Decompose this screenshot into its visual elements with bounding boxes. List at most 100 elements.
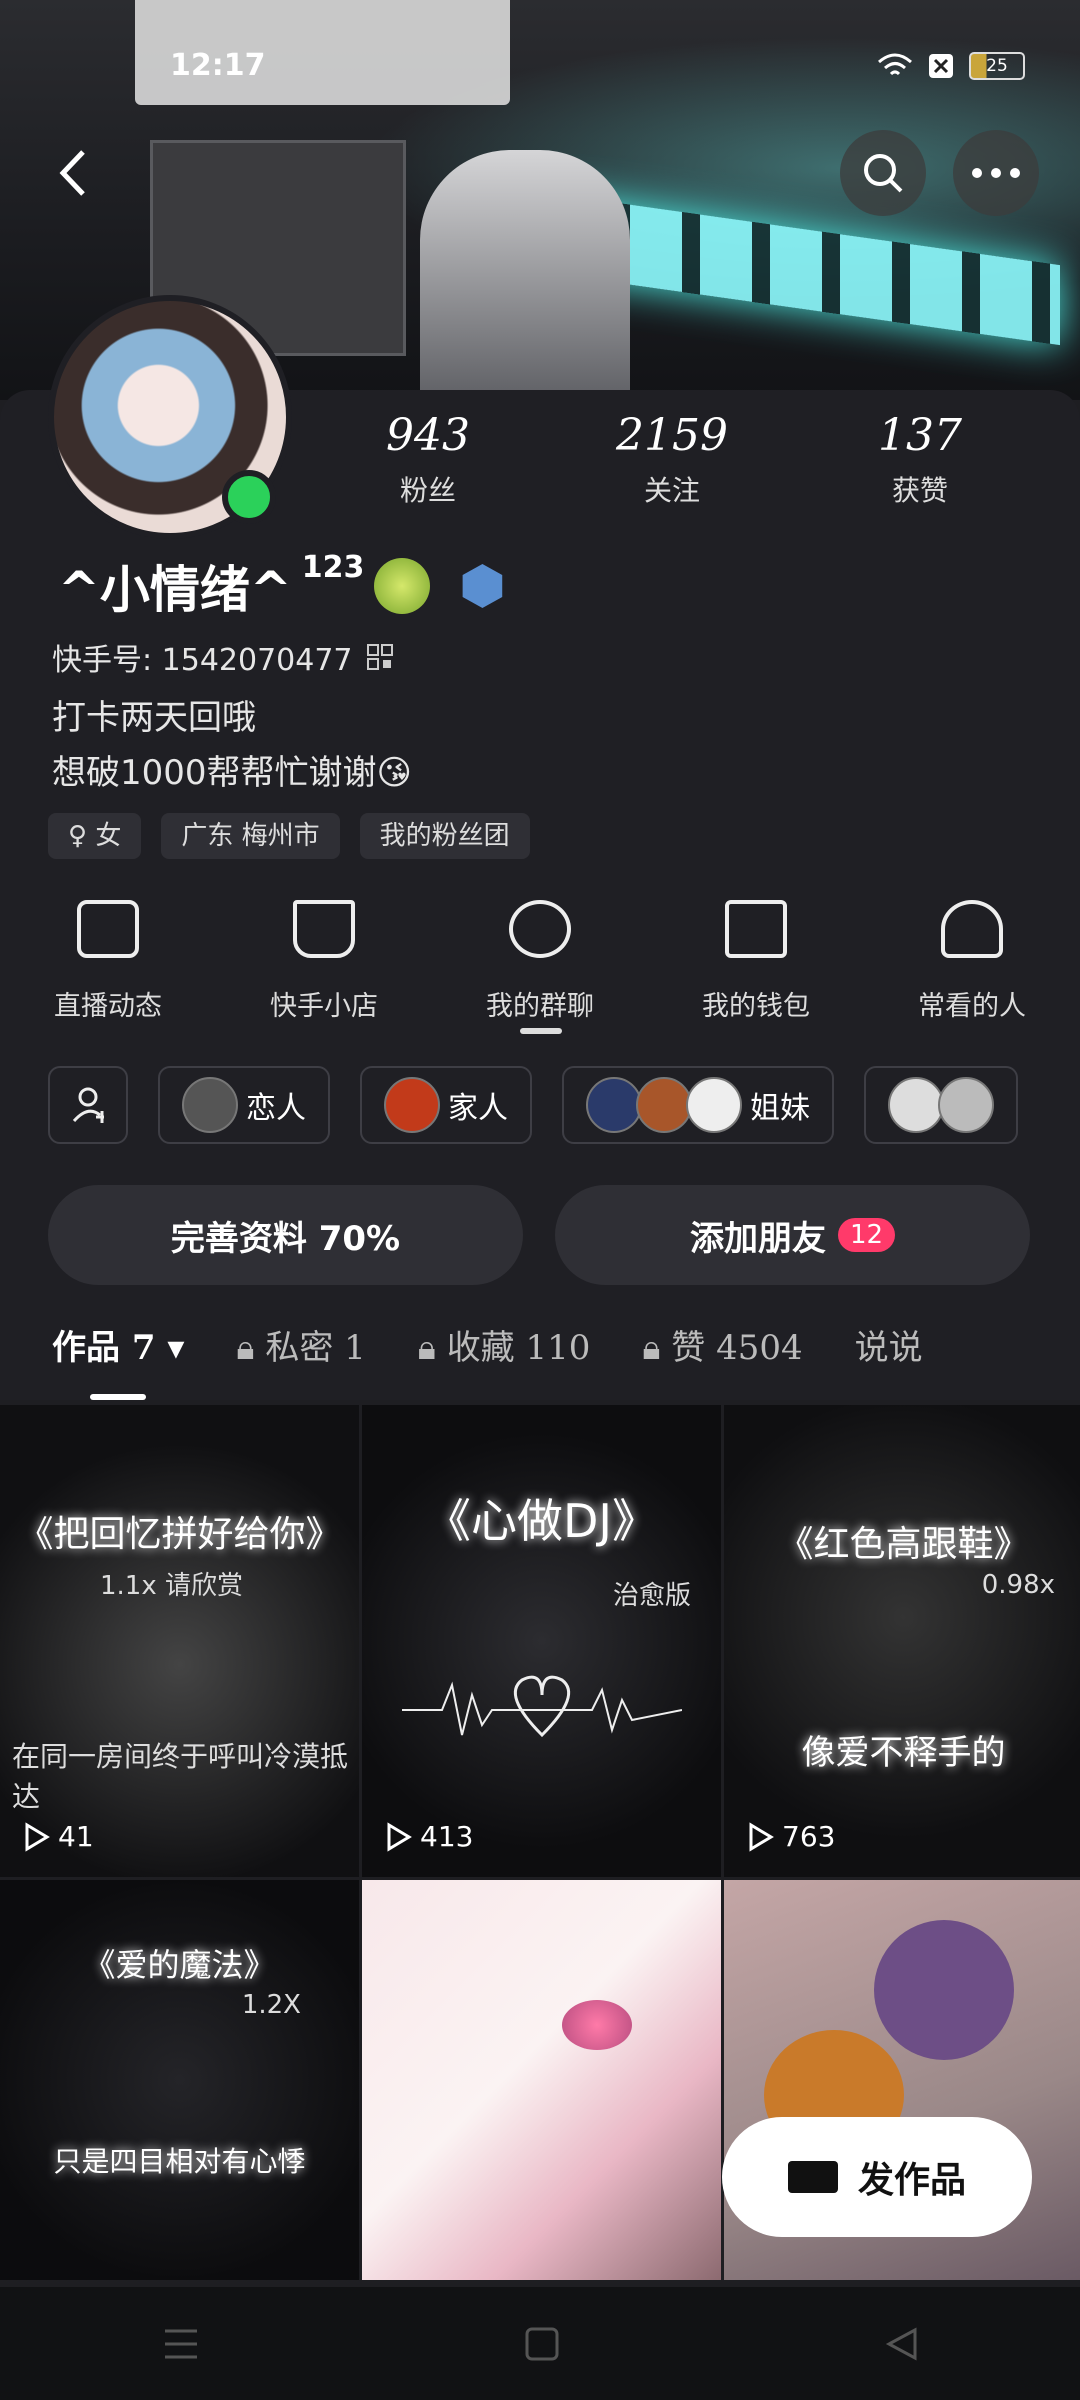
menu-icon[interactable] — [161, 2327, 201, 2361]
kuaishou-id[interactable]: 快手号: 1542070477 — [52, 635, 393, 679]
video-subtitle: 1.2X — [241, 1990, 301, 2020]
group-row: 恋人 家人 姐妹 — [48, 1066, 1018, 1144]
search-icon — [864, 154, 903, 193]
post-work-label: 发作品 — [857, 2160, 966, 2201]
view-count-text: 413 — [420, 1820, 474, 1853]
likes-stat[interactable]: 137 获赞 — [840, 410, 1000, 509]
play-icon — [749, 1821, 774, 1852]
online-indicator — [222, 470, 276, 524]
add-friend-badge: 12 — [837, 1218, 896, 1252]
fan-group-tag[interactable]: 我的粉丝团 — [359, 813, 530, 859]
group-sisters[interactable]: 姐妹 — [562, 1066, 834, 1144]
status-time: 12:17 — [170, 48, 266, 83]
following-stat[interactable]: 2159 关注 — [592, 410, 752, 509]
name-suffix: 123 — [301, 550, 365, 585]
chevron-left-icon — [59, 150, 85, 196]
bio-line-1: 打卡两天回哦 — [52, 698, 256, 738]
func-frequent[interactable]: 常看的人 — [872, 900, 1072, 1023]
wallet-icon — [725, 900, 787, 958]
view-count-text: 41 — [58, 1820, 94, 1853]
video-card[interactable]: 《爱的魔法》 1.2X 只是四目相对有心悸 — [0, 1880, 359, 2280]
likes-label: 获赞 — [891, 474, 948, 507]
more-button[interactable] — [953, 130, 1039, 216]
followers-stat[interactable]: 943 粉丝 — [348, 410, 508, 509]
func-shop[interactable]: 快手小店 — [224, 900, 424, 1023]
video-title: 《心做DJ》 — [425, 1494, 658, 1548]
shopping-cart-icon — [293, 900, 355, 958]
video-title: 《把回忆拼好给你》 — [17, 1514, 342, 1555]
group-family[interactable]: 家人 — [360, 1066, 532, 1144]
group-avatar — [938, 1077, 994, 1133]
add-friend-button[interactable]: 添加朋友 12 — [555, 1185, 1030, 1285]
group-avatar — [384, 1077, 440, 1133]
video-subtitle: 治愈版 — [612, 1581, 691, 1611]
complete-profile-button[interactable]: 完善资料 70% — [48, 1185, 523, 1285]
more-dots-icon — [972, 168, 1020, 178]
group-avatar — [182, 1077, 238, 1133]
frequent-person-icon — [941, 900, 1003, 958]
func-group-chat[interactable]: 我的群聊 — [440, 900, 640, 1023]
tab-likes-label: 赞 4504 — [671, 1328, 803, 1368]
func-live[interactable]: 直播动态 — [8, 900, 208, 1023]
banner-figure — [420, 150, 630, 400]
group-avatar — [888, 1077, 944, 1133]
bio-line-2: 想破1000帮帮忙谢谢😘 — [52, 753, 412, 793]
lock-icon: 🔒︎ — [642, 1328, 661, 1368]
back-icon[interactable] — [883, 2326, 919, 2362]
add-friend-group-button[interactable] — [48, 1066, 128, 1144]
home-icon[interactable] — [524, 2326, 560, 2362]
anime-eye — [562, 2000, 632, 2050]
tab-favorites[interactable]: 🔒︎ 收藏 110 — [418, 1320, 591, 1369]
video-card[interactable]: 《把回忆拼好给你》 1.1x 请欣赏 在同一房间终于呼叫冷漠抵达 41 — [0, 1405, 359, 1877]
play-icon — [25, 1821, 50, 1852]
chevron-down-icon: ▾ — [167, 1328, 185, 1368]
tab-private[interactable]: 🔒︎ 私密 1 — [236, 1320, 365, 1369]
func-group-chat-label: 我的群聊 — [486, 991, 594, 1022]
video-title: 《红色高跟鞋》 — [777, 1524, 1030, 1565]
lock-icon: 🔒︎ — [236, 1328, 255, 1368]
name-text: ^小情绪^ — [58, 561, 292, 619]
video-subtitle: 0.98x — [981, 1570, 1055, 1600]
profile-name: ^小情绪^ 123 — [58, 550, 504, 622]
add-friend-label: 添加朋友 — [689, 1218, 826, 1259]
level-badge-icon[interactable] — [462, 564, 503, 608]
action-buttons: 完善资料 70% 添加朋友 12 — [48, 1185, 1030, 1285]
video-card[interactable]: 《红色高跟鞋》 0.98x 像爱不释手的 763 — [724, 1405, 1080, 1877]
group-sisters-label: 姐妹 — [750, 1091, 810, 1126]
group-family-label: 家人 — [448, 1091, 508, 1126]
status-icons: 25 — [877, 52, 1025, 80]
func-shop-label: 快手小店 — [270, 991, 378, 1022]
play-icon — [387, 1821, 412, 1852]
search-button[interactable] — [840, 130, 926, 216]
tab-posts[interactable]: 说说 — [855, 1320, 923, 1369]
view-count: 413 — [386, 1820, 473, 1853]
view-count: 41 — [24, 1820, 94, 1853]
video-card[interactable]: 《心做DJ》 治愈版 413 — [362, 1405, 721, 1877]
func-wallet[interactable]: 我的钱包 — [656, 900, 856, 1023]
add-person-icon — [72, 1087, 104, 1123]
melon-icon — [374, 558, 431, 614]
train-lights — [560, 194, 1060, 346]
tab-works[interactable]: 作品 7 ▾ — [52, 1320, 184, 1369]
function-page-indicator — [520, 1028, 562, 1034]
followers-count: 943 — [386, 410, 470, 461]
back-button[interactable] — [30, 130, 116, 216]
likes-count: 137 — [878, 410, 962, 461]
video-caption: 像爱不释手的 — [801, 1733, 1006, 1773]
video-subtitle: 1.1x 请欣赏 — [100, 1571, 244, 1601]
video-caption: 只是四目相对有心悸 — [53, 2145, 306, 2178]
battery-icon: 25 — [969, 52, 1025, 80]
function-row: 直播动态 快手小店 我的群聊 我的钱包 常看的人 — [0, 900, 1080, 1023]
following-count: 2159 — [616, 410, 728, 461]
tab-favorites-label: 收藏 110 — [446, 1328, 591, 1368]
profile-tags: ♀ 女 广东 梅州市 我的粉丝团 — [48, 813, 530, 859]
group-chat-icon — [509, 900, 571, 958]
video-card[interactable] — [362, 1880, 721, 2280]
tab-likes[interactable]: 🔒︎ 赞 4504 — [642, 1320, 802, 1369]
post-work-button[interactable]: 发作品 — [722, 2117, 1032, 2237]
group-lover[interactable]: 恋人 — [158, 1066, 330, 1144]
group-more[interactable] — [864, 1066, 1018, 1144]
gender-tag: ♀ 女 — [48, 813, 142, 859]
wifi-icon — [878, 53, 912, 76]
video-title: 《爱的魔法》 — [83, 1946, 276, 1984]
